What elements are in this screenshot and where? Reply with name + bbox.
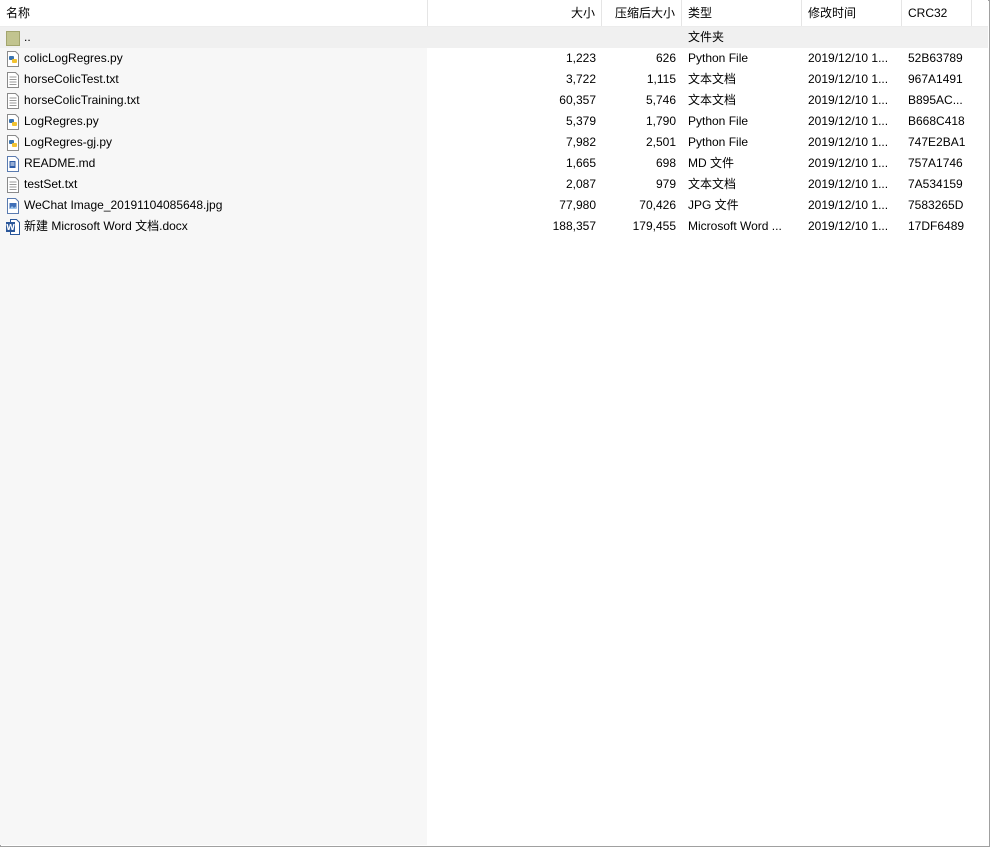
- file-crc32: 757A1746: [908, 156, 963, 170]
- file-size: 188,357: [552, 219, 596, 233]
- file-packed-size: 626: [655, 51, 676, 65]
- file-row[interactable]: colicLogRegres.py 1,223 626 Python File 2019…: [0, 48, 988, 69]
- file-crc32: 7583265D: [908, 198, 964, 212]
- file-list: .. 文件夹 colicLogRegres.py 1,223 626 Python F…: [0, 27, 988, 237]
- file-size: 7,982: [565, 135, 596, 149]
- file-modified: 2019/12/10 1...: [808, 156, 889, 170]
- column-header-packed-size[interactable]: 压缩后大小: [602, 0, 682, 26]
- file-name: testSet.txt: [24, 177, 78, 191]
- file-name-cell: horseColicTraining.txt: [0, 90, 428, 111]
- folder-icon: [6, 30, 20, 46]
- file-name-cell: testSet.txt: [0, 174, 428, 195]
- text-file-icon: [6, 92, 20, 109]
- file-modified: 2019/12/10 1...: [808, 114, 889, 128]
- file-size: 77,980: [559, 198, 596, 212]
- parent-folder-type: 文件夹: [688, 30, 725, 44]
- file-packed-size: 1,115: [646, 72, 676, 86]
- file-modified: 2019/12/10 1...: [808, 177, 889, 191]
- parent-folder-row[interactable]: .. 文件夹: [0, 27, 988, 48]
- sort-indicator: ^: [211, 0, 216, 6]
- column-header-size[interactable]: 大小: [428, 0, 602, 26]
- file-packed-size: 179,455: [632, 219, 676, 233]
- file-crc32: B895AC...: [908, 93, 963, 107]
- file-size: 3,722: [565, 72, 596, 86]
- file-packed-size: 979: [655, 177, 676, 191]
- file-type: Python File: [688, 114, 749, 128]
- word-file-icon: W: [6, 218, 20, 235]
- file-crc32: 17DF6489: [908, 219, 965, 233]
- file-name-cell: LogRegres.py: [0, 111, 428, 132]
- file-name: README.md: [24, 156, 96, 170]
- column-header-crc32[interactable]: CRC32: [902, 0, 972, 26]
- file-crc32: 967A1491: [908, 72, 963, 86]
- file-type: Python File: [688, 135, 749, 149]
- file-modified: 2019/12/10 1...: [808, 51, 889, 65]
- file-crc32: 747E2BA1: [908, 135, 966, 149]
- file-size: 1,223: [565, 51, 596, 65]
- file-size: 2,087: [565, 177, 596, 191]
- python-file-icon: [6, 50, 20, 67]
- file-type: MD 文件: [688, 156, 734, 170]
- file-type: JPG 文件: [688, 198, 739, 212]
- file-packed-size: 2,501: [645, 135, 676, 149]
- file-size: 60,357: [559, 93, 596, 107]
- file-name-cell: horseColicTest.txt: [0, 69, 428, 90]
- file-packed-size: 5,746: [645, 93, 676, 107]
- file-modified: 2019/12/10 1...: [808, 93, 889, 107]
- file-type: 文本文档: [688, 93, 737, 107]
- file-name-cell: README.md: [0, 153, 428, 174]
- python-file-icon: [6, 134, 20, 151]
- image-file-icon: [6, 197, 20, 214]
- file-row[interactable]: LogRegres.py 5,379 1,790 Python File 2019/12…: [0, 111, 988, 132]
- file-name: WeChat Image_20191104085648.jpg: [24, 198, 223, 212]
- file-name: LogRegres-gj.py: [24, 135, 113, 149]
- column-header-modified[interactable]: 修改时间: [802, 0, 902, 26]
- file-size: 1,665: [565, 156, 596, 170]
- text-file-icon: [6, 176, 20, 193]
- file-name: horseColicTraining.txt: [24, 93, 140, 107]
- file-modified: 2019/12/10 1...: [808, 72, 889, 86]
- file-packed-size: 70,426: [639, 198, 676, 212]
- md-file-icon: [6, 155, 20, 172]
- file-row[interactable]: horseColicTest.txt 3,722 1,115 文本文档 2019/12/…: [0, 69, 988, 90]
- file-type: 文本文档: [688, 177, 737, 191]
- column-header-name[interactable]: ^ 名称: [0, 0, 428, 26]
- file-type: Python File: [688, 51, 749, 65]
- file-name: colicLogRegres.py: [24, 51, 123, 65]
- file-row[interactable]: WeChat Image_20191104085648.jpg 77,980 70,…: [0, 195, 988, 216]
- file-packed-size: 698: [655, 156, 676, 170]
- file-type: 文本文档: [688, 72, 737, 86]
- file-size: 5,379: [565, 114, 596, 128]
- file-name: LogRegres.py: [24, 114, 99, 128]
- file-crc32: 52B63789: [908, 51, 963, 65]
- file-crc32: 7A534159: [908, 177, 963, 191]
- column-header-type[interactable]: 类型: [682, 0, 802, 26]
- text-file-icon: [6, 71, 20, 88]
- svg-text:W: W: [6, 223, 15, 232]
- file-row[interactable]: testSet.txt 2,087 979 文本文档 2019/12/10 1... 7A…: [0, 174, 988, 195]
- file-modified: 2019/12/10 1...: [808, 135, 889, 149]
- file-row[interactable]: LogRegres-gj.py 7,982 2,501 Python File 2019…: [0, 132, 988, 153]
- file-name-cell: colicLogRegres.py: [0, 48, 428, 69]
- file-name-cell: WeChat Image_20191104085648.jpg: [0, 195, 428, 216]
- file-row[interactable]: README.md 1,665 698 MD 文件 2019/12/10 1... 757…: [0, 153, 988, 174]
- python-file-icon: [6, 113, 20, 130]
- parent-folder-label: ..: [24, 30, 31, 44]
- file-row[interactable]: W 新建 Microsoft Word 文档.docx 188,357 179,455…: [0, 216, 988, 237]
- file-name: horseColicTest.txt: [24, 72, 119, 86]
- file-modified: 2019/12/10 1...: [808, 219, 889, 233]
- column-header-bar: ^ 名称 大小 压缩后大小 类型 修改时间 CRC32: [0, 0, 988, 27]
- file-packed-size: 1,790: [645, 114, 676, 128]
- file-name-cell: LogRegres-gj.py: [0, 132, 428, 153]
- file-name: 新建 Microsoft Word 文档.docx: [24, 219, 188, 233]
- file-name-cell: W 新建 Microsoft Word 文档.docx: [0, 216, 428, 237]
- file-row[interactable]: horseColicTraining.txt 60,357 5,746 文本文档 201…: [0, 90, 988, 111]
- file-modified: 2019/12/10 1...: [808, 198, 889, 212]
- file-type: Microsoft Word ...: [688, 219, 782, 233]
- file-crc32: B668C418: [908, 114, 965, 128]
